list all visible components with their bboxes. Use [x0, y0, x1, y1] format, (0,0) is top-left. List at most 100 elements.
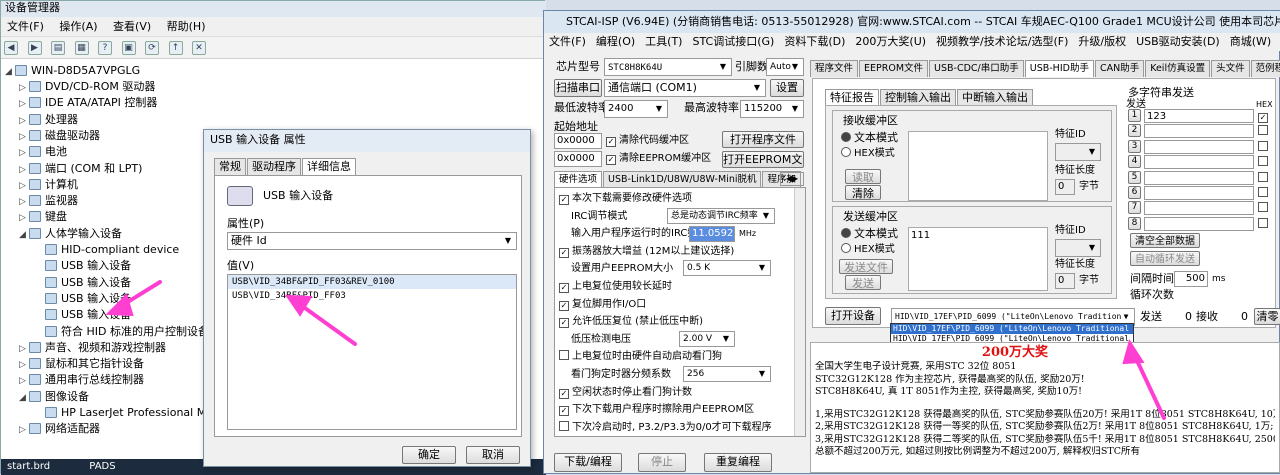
- eeprom-start-address[interactable]: 0x0000: [554, 151, 602, 167]
- chip-select[interactable]: STC8H8K64U ▼: [604, 58, 732, 76]
- hardware-option[interactable]: 看门狗定时器分频系数: [571, 368, 671, 382]
- tree-item[interactable]: ▷ 处理器: [19, 112, 78, 128]
- multi-send-input[interactable]: [1144, 216, 1254, 231]
- send-text-area[interactable]: 111: [908, 227, 1048, 291]
- hardware-option[interactable]: 下次冷启动时, P3.2/P3.3为0/0才可下载程序: [559, 420, 772, 435]
- hardware-option[interactable]: ✓ 振荡器放大增益 (12M以上建议选择): [559, 245, 734, 259]
- multi-send-input[interactable]: [1144, 186, 1254, 200]
- scan-port-button[interactable]: 扫描串口: [554, 79, 602, 97]
- menu-item[interactable]: 视频教学/技术论坛/选型(F): [931, 33, 1073, 51]
- tree-item[interactable]: ▷ 监视器: [19, 193, 78, 209]
- menu-item[interactable]: USB驱动安装(D): [1131, 33, 1225, 51]
- tree-item[interactable]: ▷ 端口 (COM 和 LPT): [19, 161, 142, 177]
- back-icon[interactable]: ◀: [4, 41, 18, 55]
- multi-send-row-button[interactable]: 3: [1128, 139, 1141, 153]
- stop-button[interactable]: 停止: [638, 453, 686, 472]
- multi-send-input[interactable]: [1144, 124, 1254, 139]
- function-tab[interactable]: CAN助手: [1094, 60, 1145, 77]
- menu-item[interactable]: 200万大奖(U): [850, 33, 931, 51]
- multi-send-row-button[interactable]: 1: [1128, 109, 1141, 122]
- open-device-button[interactable]: 打开设备: [825, 307, 881, 325]
- pin-select[interactable]: Auto ▼: [766, 58, 804, 76]
- min-baud-select[interactable]: 2400 ▼: [604, 100, 668, 118]
- tree-item[interactable]: ▷ 声音、视频和游戏控制器: [19, 340, 166, 356]
- multi-hex-checkbox[interactable]: [1258, 217, 1271, 232]
- multi-send-row-button[interactable]: 4: [1128, 155, 1141, 169]
- taskbar-item-pads[interactable]: PADS: [89, 461, 115, 472]
- receive-text-area[interactable]: [908, 131, 1048, 201]
- option-select[interactable]: 2.00 V ▼: [679, 330, 735, 347]
- expand-icon[interactable]: ▷: [19, 210, 29, 226]
- options-scrollbar[interactable]: [794, 188, 805, 436]
- function-tab[interactable]: Keil仿真设置: [1145, 60, 1211, 77]
- expand-icon[interactable]: ▷: [19, 80, 29, 96]
- send-feature-length[interactable]: 0: [1055, 273, 1075, 289]
- menu-item[interactable]: STC调试接口(G): [687, 33, 779, 51]
- hardware-option[interactable]: 输入用户程序运行时的IRC频率: [571, 227, 707, 241]
- settings-button[interactable]: 设置: [770, 79, 804, 97]
- expand-icon[interactable]: ▷: [19, 129, 29, 145]
- tree-item[interactable]: USB 输入设备: [35, 291, 131, 307]
- expand-icon[interactable]: ▷: [19, 357, 29, 373]
- expand-icon[interactable]: ▷: [19, 145, 29, 161]
- tree-item[interactable]: ▷ 键盘: [19, 209, 67, 225]
- multi-hex-checkbox[interactable]: [1258, 125, 1271, 139]
- cancel-button[interactable]: 取消: [466, 446, 520, 464]
- multi-send-input[interactable]: 123: [1144, 109, 1254, 123]
- tree-item[interactable]: ▷ 鼠标和其它指针设备: [19, 356, 144, 372]
- hardware-option[interactable]: 设置用户EEPROM大小: [571, 262, 673, 276]
- menu-item[interactable]: 资料下载(D): [779, 33, 850, 51]
- menu-action[interactable]: 操作(A): [53, 17, 103, 37]
- function-tab[interactable]: EEPROM文件: [859, 60, 929, 77]
- expand-icon[interactable]: ▷: [19, 422, 29, 438]
- details-icon[interactable]: ▣: [121, 41, 136, 55]
- irc-frequency-input[interactable]: 11.0592: [689, 226, 735, 243]
- multi-send-row-button[interactable]: 6: [1128, 186, 1141, 199]
- tree-item[interactable]: USB 输入设备: [35, 258, 131, 274]
- hardware-option[interactable]: ✓ 上电复位使用较长延时: [559, 280, 672, 294]
- tree-item[interactable]: USB 输入设备: [35, 275, 131, 291]
- expand-icon[interactable]: ▷: [19, 178, 29, 194]
- tree-item[interactable]: HID-compliant device: [35, 242, 179, 258]
- taskbar-item-start-brd[interactable]: start.brd: [7, 461, 50, 472]
- multi-hex-checkbox[interactable]: [1258, 187, 1271, 201]
- reset-counts-button[interactable]: 清零: [1254, 308, 1280, 325]
- multi-hex-checkbox[interactable]: ✓: [1258, 110, 1271, 124]
- hardware-option[interactable]: ✓ 下次下载用户程序时擦除用户EEPROM区: [559, 403, 754, 417]
- multi-send-row-button[interactable]: 2: [1128, 124, 1141, 138]
- update-driver-icon[interactable]: ↑: [168, 41, 183, 55]
- tree-item[interactable]: ◢ 人体学输入设备: [19, 226, 122, 242]
- open-eeprom-button[interactable]: 打开EEPROM文件: [722, 151, 804, 168]
- receive-text-mode-radio[interactable]: 文本模式: [841, 131, 898, 145]
- expand-icon[interactable]: ▷: [19, 113, 29, 129]
- send-feature-id-select[interactable]: ▼: [1055, 239, 1101, 257]
- tab-driver[interactable]: 驱动程序: [247, 158, 301, 175]
- code-start-address[interactable]: 0x0000: [554, 133, 602, 149]
- menu-item[interactable]: 商城(W): [1225, 33, 1276, 51]
- tree-item[interactable]: ▷ 电池: [19, 144, 67, 160]
- multi-hex-checkbox[interactable]: [1258, 140, 1271, 155]
- tree-item[interactable]: ▷ IDE ATA/ATAPI 控制器: [19, 95, 157, 111]
- tree-item[interactable]: 符合 HID 标准的用户控制设备: [35, 324, 209, 340]
- multi-hex-checkbox[interactable]: [1258, 156, 1271, 170]
- forward-icon[interactable]: ▶: [27, 41, 42, 55]
- menu-item[interactable]: 文件(F): [544, 33, 591, 51]
- tree-view-icon[interactable]: ▤: [51, 41, 65, 55]
- tree-item[interactable]: ▷ 网络适配器: [19, 421, 100, 437]
- option-select[interactable]: 0.5 K ▼: [683, 260, 771, 277]
- multi-send-row-button[interactable]: 7: [1128, 201, 1141, 215]
- multi-send-row-button[interactable]: 5: [1128, 170, 1141, 184]
- hardware-option[interactable]: ✓ 本次下载需要修改硬件选项: [559, 192, 692, 206]
- expand-icon[interactable]: ▷: [19, 96, 29, 112]
- menu-help[interactable]: 帮助(H): [161, 17, 212, 37]
- tree-item[interactable]: ▷ 通用串行总线控制器: [19, 372, 144, 388]
- tab-details[interactable]: 详细信息: [302, 158, 356, 175]
- tab-scroll-arrows-icon[interactable]: ◀▶: [780, 172, 804, 186]
- tree-root[interactable]: ◢ WIN-D8D5A7VPGLG: [5, 63, 140, 79]
- option-select[interactable]: 总是动态调节IRC频率 ▼: [667, 207, 775, 224]
- receive-feature-id-select[interactable]: ▼: [1055, 143, 1101, 161]
- receive-feature-length[interactable]: 0: [1055, 179, 1075, 195]
- tab-feature-report[interactable]: 特征报告: [825, 89, 879, 106]
- interval-input[interactable]: 500: [1174, 271, 1208, 287]
- collapse-icon[interactable]: ◢: [5, 64, 15, 80]
